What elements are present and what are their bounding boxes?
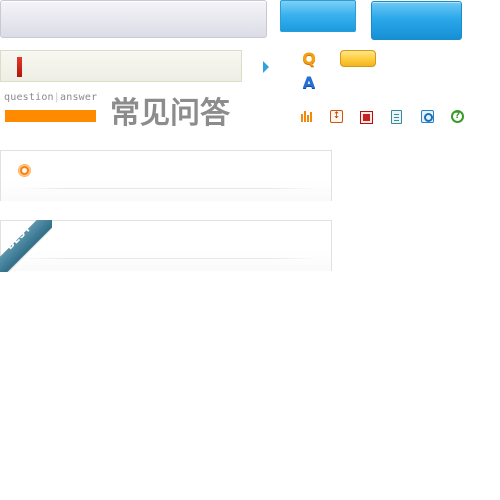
blue-button-small[interactable] (280, 0, 356, 32)
find-icon[interactable] (421, 110, 434, 123)
best-ribbon: BEST (0, 220, 52, 272)
answer-a-icon: A (302, 73, 316, 92)
answer-box (0, 150, 332, 201)
faq-heading: 常见问答 (110, 96, 230, 131)
answer-divider (21, 188, 317, 189)
qa-label-question: question (4, 92, 54, 103)
bar-chart-icon[interactable] (300, 110, 313, 123)
question-input[interactable] (0, 50, 242, 82)
blue-button-large[interactable] (371, 1, 462, 40)
text-cursor-marker (17, 57, 22, 77)
orange-pill-button[interactable] (340, 50, 376, 67)
pdf-icon[interactable] (360, 111, 373, 124)
orange-bullet-icon (18, 164, 31, 177)
question-q-icon: Q (302, 49, 316, 68)
document-icon[interactable] (391, 110, 402, 124)
answer-divider (21, 258, 317, 259)
qa-label-answer: answer (60, 92, 98, 103)
qa-label: question|answer (4, 92, 97, 103)
arrow-right-icon[interactable] (263, 61, 269, 73)
sort-icon[interactable]: ↕ (330, 110, 343, 123)
help-icon[interactable]: ? (451, 110, 464, 123)
sort-glyph: ↕ (332, 111, 341, 121)
search-bar[interactable] (0, 0, 267, 38)
orange-underline-bar (5, 110, 96, 122)
